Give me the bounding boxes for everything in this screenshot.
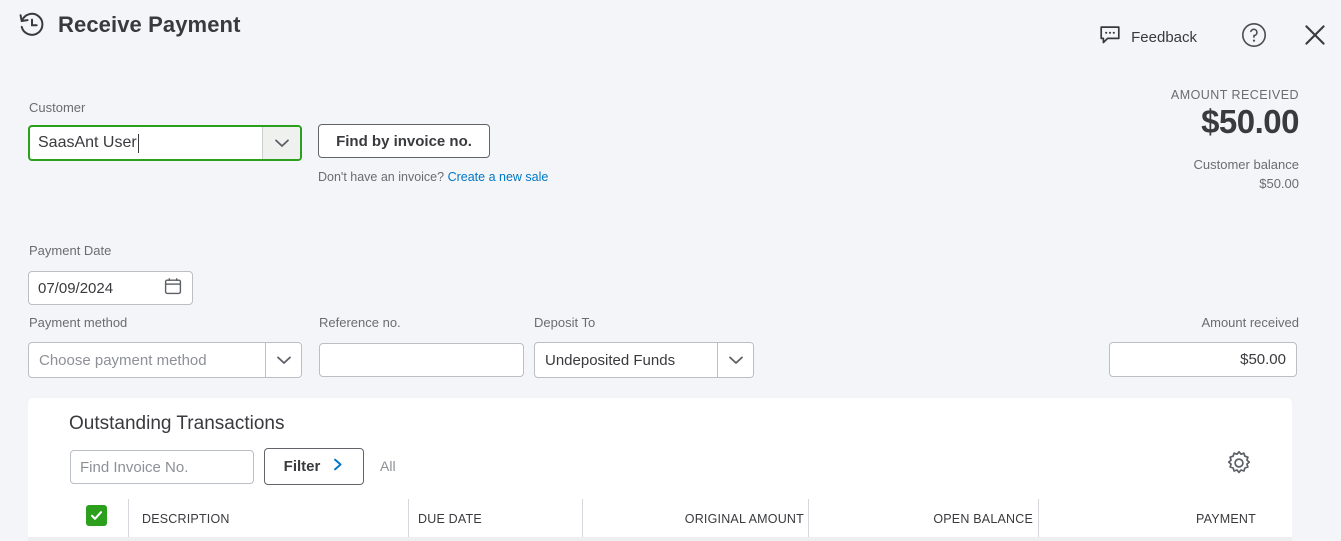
customer-balance-value: $50.00: [1259, 176, 1299, 191]
find-by-invoice-button[interactable]: Find by invoice no.: [318, 124, 490, 158]
transactions-table-header: DESCRIPTION DUE DATE ORIGINAL AMOUNT OPE…: [28, 499, 1292, 541]
amount-received-input[interactable]: [1109, 342, 1297, 377]
amount-received-summary: AMOUNT RECEIVED $50.00 Customer balance …: [1170, 88, 1300, 191]
payment-method-dropdown-toggle[interactable]: [265, 343, 301, 377]
reference-no-input[interactable]: [319, 343, 524, 377]
chevron-down-icon: [274, 138, 290, 148]
find-invoice-no-input[interactable]: [70, 450, 254, 484]
check-icon: [90, 509, 103, 522]
gear-icon[interactable]: [1226, 450, 1252, 476]
payment-method-label: Payment method: [29, 315, 128, 330]
text-caret: [137, 133, 139, 153]
deposit-to-value: Undeposited Funds: [545, 351, 676, 369]
invoice-hint: Don't have an invoice? Create a new sale: [318, 170, 548, 184]
chevron-down-icon: [728, 355, 744, 365]
customer-label: Customer: [29, 100, 86, 115]
question-circle-icon[interactable]: [1241, 22, 1303, 53]
deposit-to-dropdown-toggle[interactable]: [717, 343, 753, 377]
column-header-payment[interactable]: PAYMENT: [1038, 499, 1292, 537]
modal-header: Receive Payment Feedback: [0, 0, 1341, 58]
chevron-down-icon: [276, 355, 292, 365]
filter-button[interactable]: Filter: [264, 448, 364, 485]
amount-received-caption: AMOUNT RECEIVED: [1170, 88, 1299, 102]
invoice-hint-text: Don't have an invoice?: [318, 170, 445, 184]
close-x-icon[interactable]: [1303, 23, 1327, 52]
reference-no-label: Reference no.: [319, 315, 401, 330]
customer-balance-caption: Customer balance: [1193, 157, 1300, 172]
amount-received-total: $50.00: [1201, 103, 1299, 140]
payment-date-input[interactable]: [29, 278, 164, 298]
chevron-right-icon: [320, 458, 344, 476]
page-title: Receive Payment: [58, 12, 241, 37]
feedback-label: Feedback: [1131, 29, 1197, 46]
feedback-button[interactable]: Feedback: [1099, 25, 1197, 50]
outstanding-transactions-panel: Outstanding Transactions Filter All: [28, 398, 1292, 541]
payment-date-label: Payment Date: [29, 243, 112, 258]
calendar-icon[interactable]: [164, 277, 192, 300]
payment-method-select[interactable]: Choose payment method: [28, 342, 302, 378]
customer-dropdown-toggle[interactable]: [262, 127, 300, 159]
history-clock-icon[interactable]: [18, 11, 46, 39]
payment-date-field[interactable]: [28, 271, 193, 305]
payment-method-value: Choose payment method: [39, 351, 207, 369]
column-header-open-balance[interactable]: OPEN BALANCE: [808, 499, 1038, 537]
column-header-description[interactable]: DESCRIPTION: [128, 499, 408, 537]
create-new-sale-link[interactable]: Create a new sale: [448, 170, 549, 184]
select-all-cell: [28, 499, 128, 537]
deposit-to-select[interactable]: Undeposited Funds: [534, 342, 754, 378]
customer-value-wrap[interactable]: SaasAnt User: [30, 127, 262, 159]
header-left-group: Receive Payment: [18, 11, 241, 39]
column-header-original-amount[interactable]: ORIGINAL AMOUNT: [582, 499, 808, 537]
deposit-to-label: Deposit To: [534, 315, 596, 330]
column-header-due-date[interactable]: DUE DATE: [408, 499, 582, 537]
amount-received-field-label: Amount received: [1201, 315, 1299, 330]
customer-input[interactable]: SaasAnt User: [28, 125, 302, 161]
select-all-checkbox[interactable]: [86, 504, 107, 526]
customer-value: SaasAnt User: [38, 134, 137, 151]
speech-bubble-icon: [1099, 25, 1121, 50]
outstanding-transactions-title: Outstanding Transactions: [69, 413, 285, 434]
header-right-group: Feedback: [1099, 22, 1327, 53]
filter-summary-text: All: [380, 458, 396, 474]
filter-label: Filter: [283, 458, 321, 475]
